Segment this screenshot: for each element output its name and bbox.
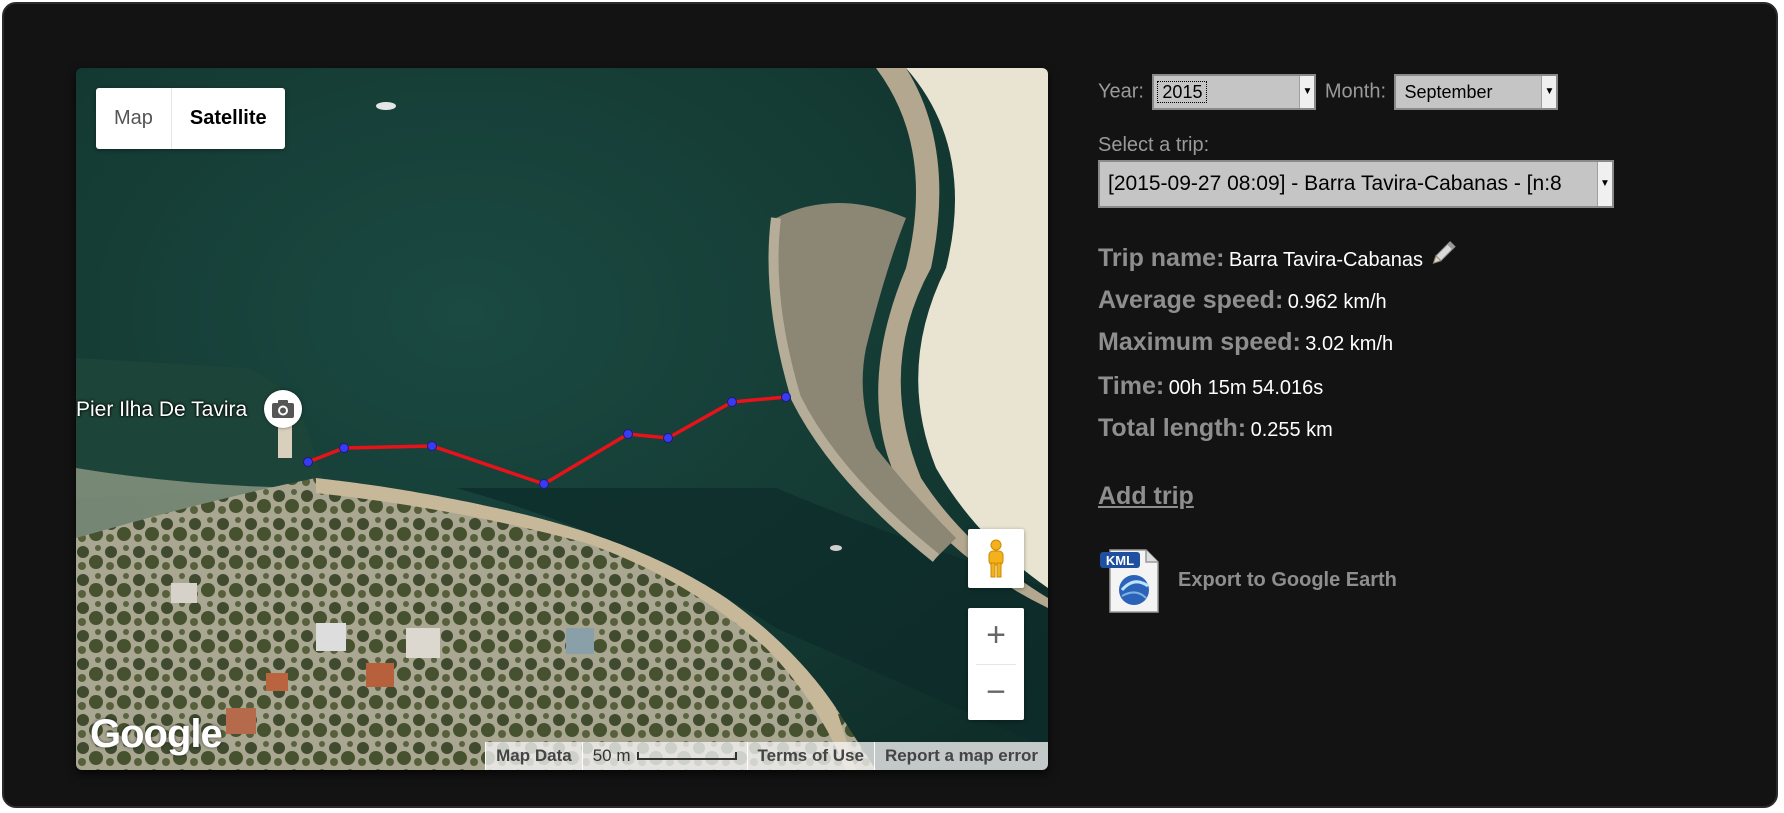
maximum-speed-row: Maximum speed: 3.02 km/h bbox=[1098, 328, 1393, 357]
track-point[interactable] bbox=[781, 392, 791, 402]
map-type-map-button[interactable]: Map bbox=[96, 88, 171, 149]
year-select[interactable]: 2015 ▼ bbox=[1152, 74, 1317, 110]
average-speed-label: Average speed: bbox=[1098, 286, 1284, 314]
scale-label: 50 m bbox=[592, 746, 631, 765]
maximum-speed-label: Maximum speed: bbox=[1098, 328, 1301, 356]
map-type-control: Map Satellite bbox=[96, 88, 285, 149]
trip-name-label: Trip name: bbox=[1098, 244, 1225, 272]
average-speed-row: Average speed: 0.962 km/h bbox=[1098, 286, 1387, 315]
map-data-link[interactable]: Map Data bbox=[485, 742, 582, 770]
trip-name-row: Trip name: Barra Tavira-Cabanas bbox=[1098, 238, 1458, 273]
track-point[interactable] bbox=[427, 441, 437, 451]
report-map-error-link[interactable]: Report a map error bbox=[873, 742, 1048, 770]
app-frame: Map Satellite Pier Ilha De Tavira + − Go… bbox=[2, 2, 1778, 808]
total-length-label: Total length: bbox=[1098, 414, 1247, 442]
total-length-row: Total length: 0.255 km bbox=[1098, 414, 1333, 443]
track-point[interactable] bbox=[539, 479, 549, 489]
zoom-out-button[interactable]: − bbox=[968, 665, 1024, 721]
google-logo: Google bbox=[90, 712, 223, 756]
map-type-satellite-button[interactable]: Satellite bbox=[170, 88, 285, 149]
chevron-down-icon: ▼ bbox=[1597, 162, 1612, 206]
track-point[interactable] bbox=[727, 397, 737, 407]
year-select-value: 2015 bbox=[1157, 81, 1208, 103]
time-value: 00h 15m 54.016s bbox=[1168, 377, 1324, 399]
map-view[interactable]: Map Satellite Pier Ilha De Tavira + − Go… bbox=[76, 68, 1048, 770]
average-speed-value: 0.962 km/h bbox=[1287, 291, 1387, 313]
kml-file-icon: KML bbox=[1100, 549, 1159, 613]
total-length-value: 0.255 km bbox=[1250, 419, 1333, 441]
zoom-control: + − bbox=[968, 608, 1024, 720]
pencil-edit-icon[interactable] bbox=[1428, 238, 1458, 268]
month-label: Month: bbox=[1324, 80, 1387, 103]
year-label: Year: bbox=[1098, 80, 1144, 103]
map-attribution-bar: Map Data 50 m Terms of Use Report a map … bbox=[485, 742, 1048, 770]
export-google-earth-link[interactable]: KML Export to Google Earth bbox=[1098, 546, 1397, 614]
trip-select[interactable]: [2015-09-27 08:09] - Barra Tavira-Cabana… bbox=[1098, 160, 1614, 208]
month-select-value: September bbox=[1404, 82, 1493, 102]
track-point[interactable] bbox=[663, 433, 673, 443]
terms-of-use-link[interactable]: Terms of Use bbox=[746, 742, 874, 770]
track-point[interactable] bbox=[623, 429, 633, 439]
chevron-down-icon: ▼ bbox=[1299, 76, 1315, 108]
select-trip-label: Select a trip: bbox=[1098, 134, 1210, 156]
place-label[interactable]: Pier Ilha De Tavira bbox=[76, 398, 247, 422]
track-point[interactable] bbox=[339, 443, 349, 453]
camera-icon[interactable] bbox=[264, 390, 302, 428]
date-filter-row: Year: 2015 ▼ Month: September ▼ bbox=[1098, 74, 1559, 110]
scale-bar bbox=[636, 752, 737, 760]
maximum-speed-value: 3.02 km/h bbox=[1305, 333, 1394, 355]
time-row: Time: 00h 15m 54.016s bbox=[1098, 372, 1323, 401]
track-point[interactable] bbox=[303, 457, 313, 467]
trip-name-value: Barra Tavira-Cabanas bbox=[1228, 249, 1424, 271]
time-label: Time: bbox=[1098, 372, 1165, 400]
trip-select-value: [2015-09-27 08:09] - Barra Tavira-Cabana… bbox=[1108, 172, 1562, 195]
add-trip-link[interactable]: Add trip bbox=[1098, 482, 1194, 511]
scale-control[interactable]: 50 m bbox=[581, 742, 747, 770]
export-google-earth-label: Export to Google Earth bbox=[1178, 568, 1397, 591]
chevron-down-icon: ▼ bbox=[1541, 76, 1557, 108]
month-select[interactable]: September ▼ bbox=[1394, 74, 1559, 110]
kml-badge-label: KML bbox=[1106, 553, 1134, 568]
zoom-in-button[interactable]: + bbox=[968, 608, 1024, 664]
street-view-pegman-icon[interactable] bbox=[968, 529, 1024, 588]
